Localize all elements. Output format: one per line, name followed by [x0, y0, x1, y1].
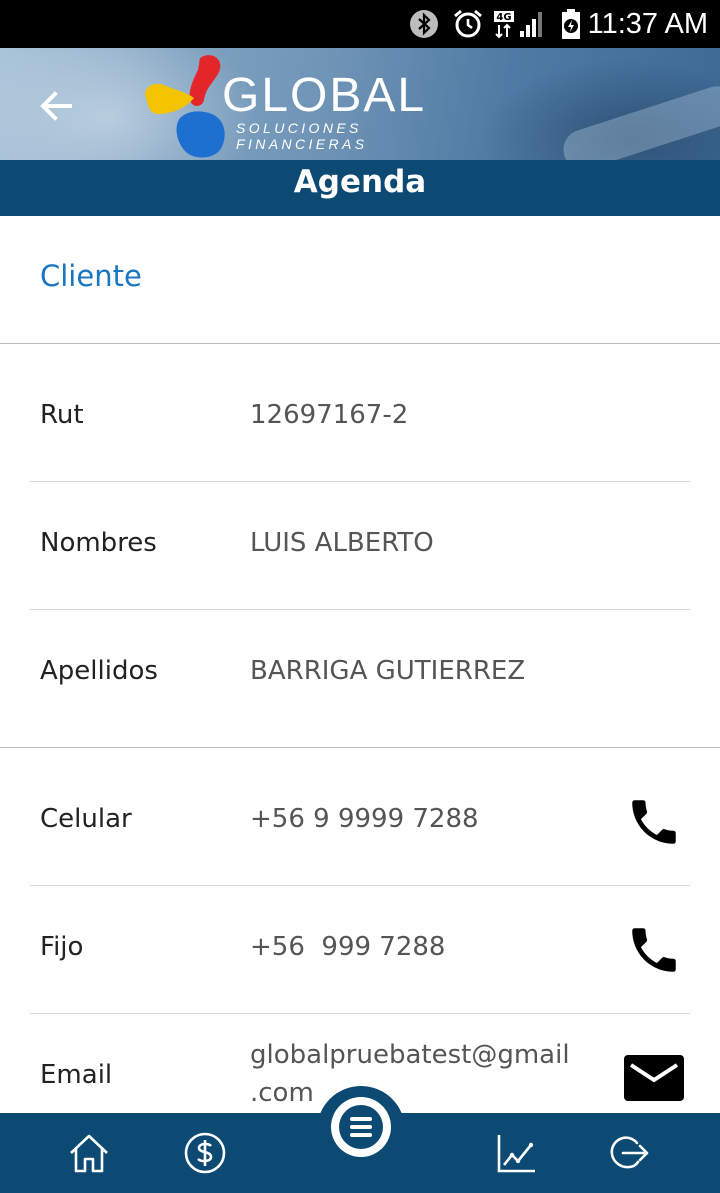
section-title: Cliente	[40, 259, 142, 293]
bluetooth-icon	[408, 8, 440, 40]
field-value: BARRIGA GUTIERREZ	[250, 656, 526, 686]
field-value-line2: .com	[250, 1078, 314, 1108]
field-rut: Rut 12697167-2	[0, 344, 720, 481]
global-logo: GLOBAL SOLUCIONES FINANCIERAS	[140, 48, 500, 160]
home-icon	[70, 1134, 108, 1173]
field-value-line1: globalpruebatest@gmail	[250, 1040, 570, 1070]
field-value: LUIS ALBERTO	[250, 528, 434, 558]
call-fijo-button[interactable]	[622, 918, 686, 982]
send-email-button[interactable]	[622, 1046, 686, 1110]
field-value: 12697167-2	[250, 400, 409, 430]
logo-title: GLOBAL	[222, 69, 427, 122]
money-icon	[184, 1132, 226, 1174]
field-label: Email	[40, 1060, 113, 1090]
field-value: +56 999 7288	[250, 932, 446, 962]
mail-icon	[624, 1055, 684, 1101]
status-bar: 4G 11:37 AM	[0, 0, 720, 48]
page-title: Agenda	[293, 164, 427, 200]
menu-icon	[339, 1105, 383, 1149]
title-bar: Agenda	[0, 160, 720, 216]
call-celular-button[interactable]	[622, 790, 686, 854]
4g-signal-icon: 4G	[492, 8, 550, 40]
logout-icon	[610, 1136, 649, 1169]
battery-charging-icon	[558, 8, 584, 40]
chart-icon	[497, 1135, 535, 1173]
back-button[interactable]	[34, 84, 78, 128]
network-type-label: 4G	[496, 12, 511, 23]
field-nombres: Nombres LUIS ALBERTO	[0, 482, 720, 609]
nav-chart[interactable]	[490, 1128, 540, 1178]
nav-home[interactable]	[64, 1128, 114, 1178]
phone-icon	[632, 928, 676, 972]
field-label: Apellidos	[40, 656, 158, 686]
arrow-left-icon	[40, 91, 72, 121]
field-label: Rut	[40, 400, 84, 430]
phone-icon	[632, 800, 676, 844]
nav-money[interactable]	[180, 1128, 230, 1178]
field-label: Celular	[40, 804, 132, 834]
field-fijo: Fijo +56 999 7288	[0, 886, 720, 1013]
alarm-icon	[450, 8, 486, 40]
field-apellidos: Apellidos BARRIGA GUTIERREZ	[0, 610, 720, 747]
status-time: 11:37 AM	[587, 8, 708, 40]
nav-menu[interactable]	[331, 1097, 391, 1157]
field-label: Nombres	[40, 528, 157, 558]
field-label: Fijo	[40, 932, 84, 962]
field-value: +56 9 9999 7288	[250, 804, 479, 834]
nav-logout[interactable]	[604, 1128, 654, 1178]
logo-subtitle: SOLUCIONES FINANCIERAS	[236, 120, 368, 152]
app-header: GLOBAL SOLUCIONES FINANCIERAS	[0, 48, 720, 160]
field-celular: Celular +56 9 9999 7288	[0, 748, 720, 885]
